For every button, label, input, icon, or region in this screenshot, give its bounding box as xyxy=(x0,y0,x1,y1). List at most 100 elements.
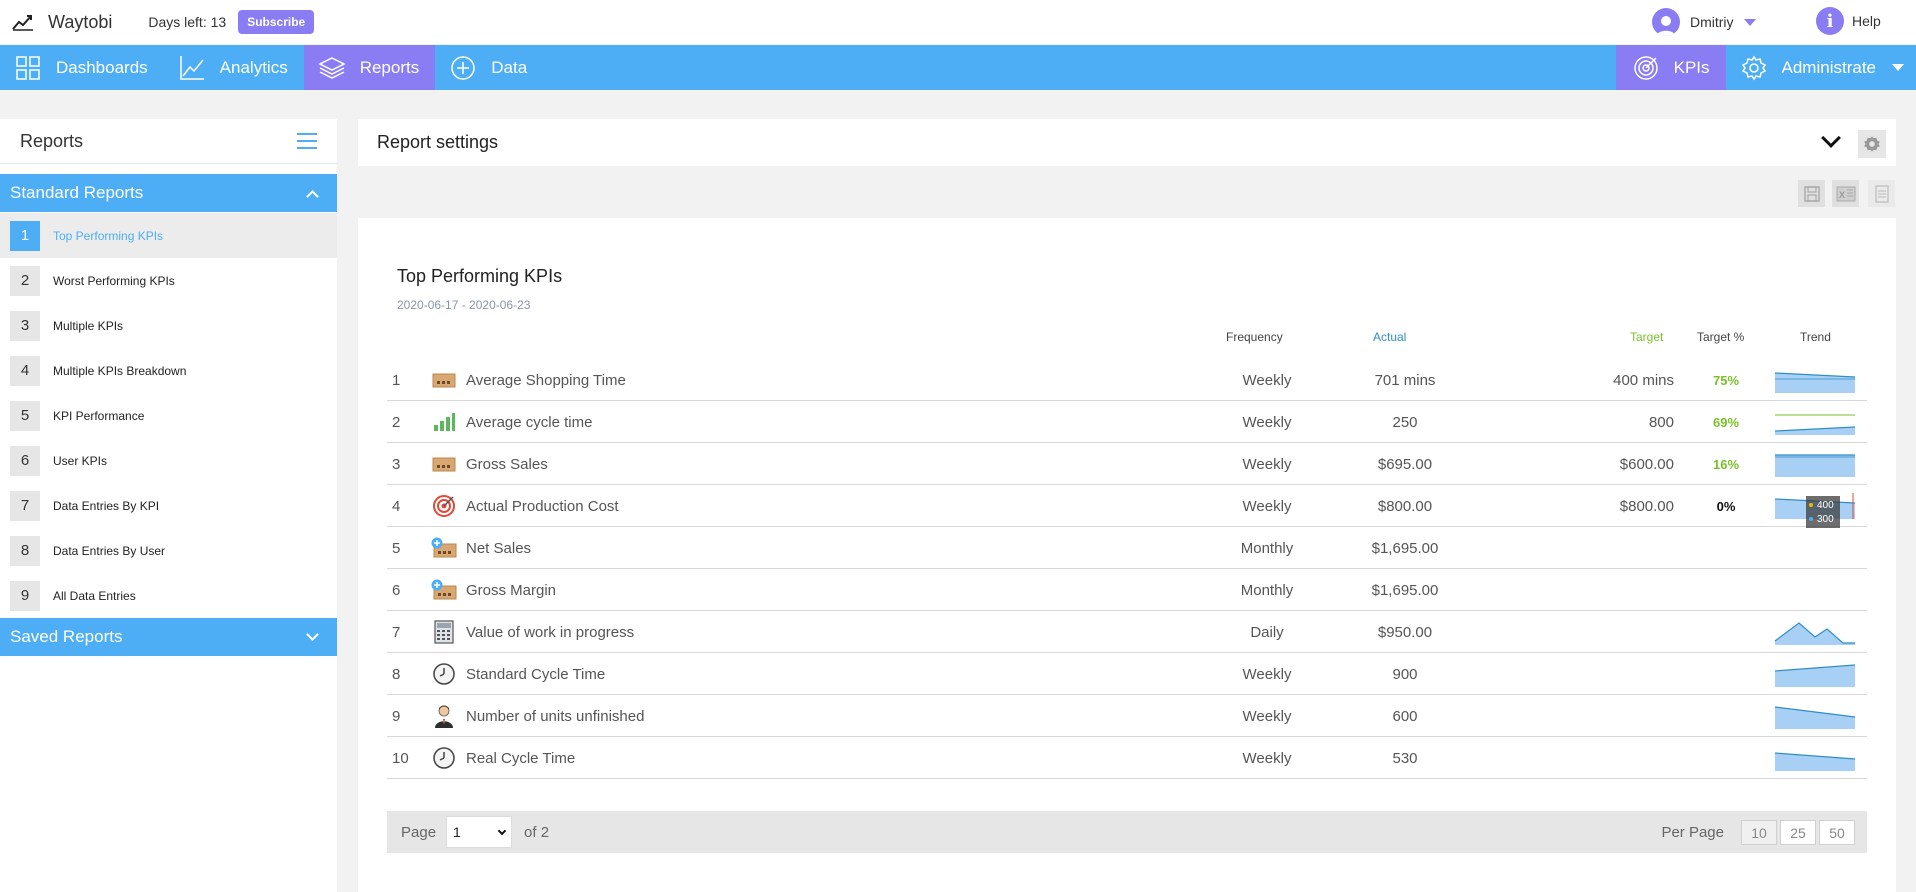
kpi-frequency: Monthly xyxy=(1240,581,1294,599)
column-header-target[interactable]: Target xyxy=(1630,330,1663,344)
kpi-name[interactable]: Gross Sales xyxy=(466,443,548,485)
kpi-target-pct: 75% xyxy=(1712,372,1740,388)
row-number: 3 xyxy=(392,455,401,473)
table-row[interactable]: 8 Standard Cycle Time Weekly 900 xyxy=(387,653,1867,695)
nav-analytics[interactable]: Analytics xyxy=(164,45,304,90)
export-excel-button[interactable]: X xyxy=(1832,180,1859,207)
sidebar-item-all-data-entries[interactable]: 9 All Data Entries xyxy=(0,573,337,618)
per-page-50-button[interactable]: 50 xyxy=(1819,820,1855,845)
export-pdf-button[interactable] xyxy=(1868,180,1895,207)
save-report-button[interactable] xyxy=(1798,180,1825,207)
sidebar-item-multiple-kpis-breakdown[interactable]: 4 Multiple KPIs Breakdown xyxy=(0,348,337,393)
kpi-name[interactable]: Gross Margin xyxy=(466,569,556,611)
trial-days-left: Days left: 13 xyxy=(148,14,227,30)
standard-reports-section[interactable]: Standard Reports xyxy=(0,174,337,212)
column-header-frequency[interactable]: Frequency xyxy=(1226,330,1283,344)
chevron-down-icon xyxy=(306,627,319,641)
sidebar-title: Reports xyxy=(20,130,84,151)
kpi-actual: $1,695.00 xyxy=(1371,581,1439,599)
table-row[interactable]: 4 Actual Production Cost Weekly $800.00 … xyxy=(387,485,1867,527)
page-select-value: 1 xyxy=(453,824,461,840)
kpi-name[interactable]: Value of work in progress xyxy=(466,611,634,653)
sidebar-item-data-entries-by-kpi[interactable]: 7 Data Entries By KPI xyxy=(0,483,337,528)
table-row[interactable]: 5 Net Sales Monthly $1,695.00 xyxy=(387,527,1867,569)
kpi-actual: $1,695.00 xyxy=(1371,539,1439,557)
row-number: 6 xyxy=(392,581,401,599)
kpi-name[interactable]: Net Sales xyxy=(466,527,531,569)
nav-dashboards[interactable]: Dashboards xyxy=(0,45,164,90)
row-number: 8 xyxy=(392,665,401,683)
per-page-10-button[interactable]: 10 xyxy=(1741,820,1777,845)
row-number: 10 xyxy=(392,749,409,767)
money-plus-icon xyxy=(431,527,457,569)
kpi-target-pct: 0% xyxy=(1716,498,1736,514)
kpi-target xyxy=(1537,611,1674,653)
kpi-target-pct xyxy=(1698,611,1754,653)
menu-icon[interactable] xyxy=(297,133,317,149)
standard-reports-list: 1 Top Performing KPIs 2 Worst Performing… xyxy=(0,212,337,618)
table-row[interactable]: 6 Gross Margin Monthly $1,695.00 xyxy=(387,569,1867,611)
per-page-label: Per Page xyxy=(1661,824,1724,841)
kpi-name[interactable]: Actual Production Cost xyxy=(466,485,619,527)
chevron-down-icon xyxy=(497,826,507,835)
sidebar-item-kpi-performance[interactable]: 5 KPI Performance xyxy=(0,393,337,438)
user-icon xyxy=(1657,16,1675,36)
page-select[interactable]: 1 xyxy=(446,816,513,848)
brand[interactable]: Waytobi xyxy=(12,12,112,33)
column-header-target-pct[interactable]: Target % xyxy=(1697,330,1744,344)
help-button[interactable]: i Help xyxy=(1816,7,1881,35)
table-row[interactable]: 3 Gross Sales Weekly $695.00 $600.00 16% xyxy=(387,443,1867,485)
item-label: Worst Performing KPIs xyxy=(53,273,175,288)
table-row[interactable]: 9 Number of units unfinished Weekly 600 xyxy=(387,695,1867,737)
logo-icon xyxy=(12,15,33,31)
dot-icon xyxy=(1809,517,1813,521)
settings-gear-button[interactable] xyxy=(1858,130,1886,158)
kpi-name[interactable]: Average Shopping Time xyxy=(466,359,626,401)
top-bar: Waytobi Days left: 13 Subscribe Dmitriy … xyxy=(0,0,1916,44)
kpi-name[interactable]: Average cycle time xyxy=(466,401,592,443)
item-number: 9 xyxy=(10,580,40,611)
per-page-25-button[interactable]: 25 xyxy=(1780,820,1816,845)
kpi-target-pct: 69% xyxy=(1712,414,1740,430)
kpi-name[interactable]: Standard Cycle Time xyxy=(466,653,605,695)
sidebar-item-top-performing-kpis[interactable]: 1 Top Performing KPIs xyxy=(0,213,337,258)
kpi-target xyxy=(1537,527,1674,569)
table-row[interactable]: 7 Value of work in progress Daily $950.0… xyxy=(387,611,1867,653)
sidebar-item-data-entries-by-user[interactable]: 8 Data Entries By User xyxy=(0,528,337,573)
kpi-target: 800 xyxy=(1648,413,1674,431)
subscribe-button[interactable]: Subscribe xyxy=(238,10,315,34)
saved-reports-section[interactable]: Saved Reports xyxy=(0,618,337,656)
table-row[interactable]: 2 Average cycle time Weekly 250 800 69% xyxy=(387,401,1867,443)
sidebar-item-multiple-kpis[interactable]: 3 Multiple KPIs xyxy=(0,303,337,348)
item-number: 2 xyxy=(10,265,40,296)
sidebar-item-worst-performing-kpis[interactable]: 2 Worst Performing KPIs xyxy=(0,258,337,303)
kpi-name[interactable]: Number of units unfinished xyxy=(466,695,644,737)
trend-sparkline xyxy=(1771,695,1859,737)
kpi-frequency: Weekly xyxy=(1242,455,1292,473)
nav-administrate[interactable]: Administrate xyxy=(1726,45,1916,90)
kpi-actual: 530 xyxy=(1392,749,1418,767)
nav-data[interactable]: Data xyxy=(435,45,543,90)
per-page-control: Per Page 10 25 50 xyxy=(1661,820,1855,845)
kpi-frequency: Weekly xyxy=(1242,371,1292,389)
sidebar-item-user-kpis[interactable]: 6 User KPIs xyxy=(0,438,337,483)
kpi-actual: $695.00 xyxy=(1377,455,1433,473)
kpi-name[interactable]: Real Cycle Time xyxy=(466,737,575,779)
reports-sidebar: Reports Standard Reports 1 Top Performin… xyxy=(0,119,337,892)
kpi-frequency: Weekly xyxy=(1242,497,1292,515)
kpi-frequency: Daily xyxy=(1250,623,1284,641)
dot-icon xyxy=(1809,503,1813,507)
settings-title: Report settings xyxy=(377,132,499,152)
table-row[interactable]: 10 Real Cycle Time Weekly 530 xyxy=(387,737,1867,779)
report-settings-bar[interactable]: Report settings xyxy=(358,119,1896,166)
column-header-actual[interactable]: Actual xyxy=(1373,330,1406,344)
nav-reports[interactable]: Reports xyxy=(303,45,436,90)
trend-sparkline xyxy=(1771,359,1859,401)
item-label: Data Entries By KPI xyxy=(53,498,160,513)
trend-sparkline xyxy=(1771,401,1859,443)
nav-kpis[interactable]: KPIs xyxy=(1615,45,1726,90)
chevron-down-icon[interactable] xyxy=(1821,128,1841,148)
table-row[interactable]: 1 Average Shopping Time Weekly 701 mins … xyxy=(387,359,1867,401)
user-menu[interactable]: Dmitriy xyxy=(1652,8,1756,36)
kpi-target-pct xyxy=(1698,695,1754,737)
